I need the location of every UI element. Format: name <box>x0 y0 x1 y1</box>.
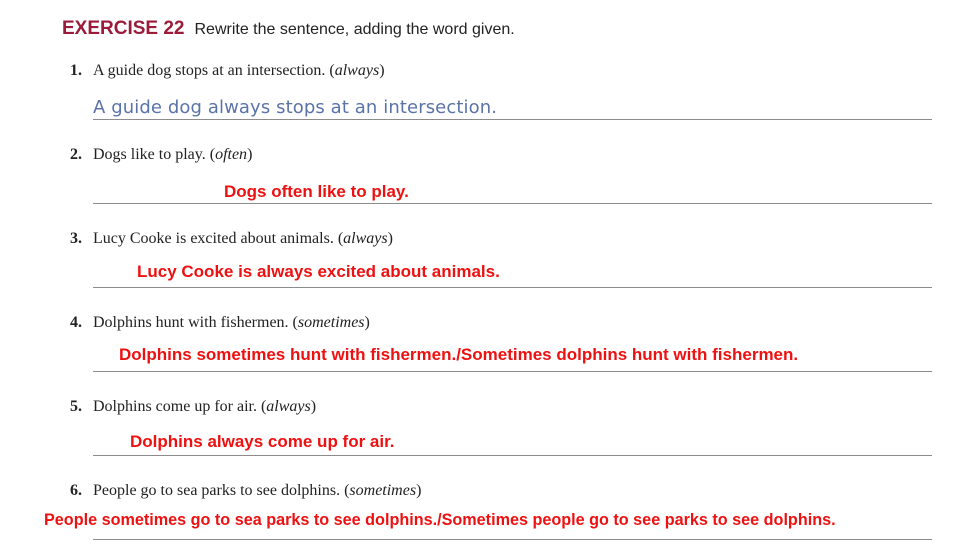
question-number: 2. <box>70 146 82 163</box>
question-sentence: People go to sea parks to see dolphins. <box>93 482 341 499</box>
question-sentence: Lucy Cooke is excited about animals. <box>93 230 334 247</box>
exercise-title: EXERCISE 22 <box>62 18 185 39</box>
question-number: 6. <box>70 482 82 499</box>
question-word: sometimes <box>297 314 365 331</box>
answer-1: A guide dog always stops at an intersect… <box>93 97 498 118</box>
question-sentence: Dolphins come up for air. <box>93 398 257 415</box>
answer-4: Dolphins sometimes hunt with fishermen./… <box>119 345 799 364</box>
answer-line-3[interactable] <box>93 287 932 288</box>
answer-6: People sometimes go to sea parks to see … <box>44 511 836 529</box>
answer-line-4[interactable] <box>93 371 932 372</box>
question-word: always <box>266 398 311 415</box>
question-6: 6. People go to sea parks to see dolphins… <box>70 482 422 499</box>
question-4: 4. Dolphins hunt with fishermen. (sometim… <box>70 314 370 331</box>
answer-line-2[interactable] <box>93 203 932 204</box>
question-number: 5. <box>70 398 82 415</box>
question-word: always <box>343 230 388 247</box>
answer-line-1[interactable] <box>93 119 932 120</box>
question-sentence: Dogs like to play. <box>93 146 206 163</box>
question-1: 1. A guide dog stops at an intersection. … <box>70 62 385 79</box>
question-5: 5. Dolphins come up for air. (always) <box>70 398 317 415</box>
question-3: 3. Lucy Cooke is excited about animals. (… <box>70 230 393 247</box>
question-word: sometimes <box>349 482 417 499</box>
question-number: 3. <box>70 230 82 247</box>
answer-5: Dolphins always come up for air. <box>130 432 395 451</box>
question-number: 4. <box>70 314 82 331</box>
question-number: 1. <box>70 62 82 79</box>
answer-2: Dogs often like to play. <box>224 182 409 201</box>
exercise-header: EXERCISE 22 Rewrite the sentence, adding… <box>62 18 515 40</box>
question-word: always <box>334 62 380 79</box>
answer-line-5[interactable] <box>93 455 932 456</box>
question-sentence: Dolphins hunt with fishermen. <box>93 314 289 331</box>
exercise-instruction: Rewrite the sentence, adding the word gi… <box>194 21 515 38</box>
question-word: often <box>215 146 248 163</box>
question-sentence: A guide dog stops at an intersection. <box>93 62 326 79</box>
question-2: 2. Dogs like to play. (often) <box>70 146 253 163</box>
answer-line-6[interactable] <box>93 539 932 540</box>
answer-3: Lucy Cooke is always excited about anima… <box>137 262 500 281</box>
